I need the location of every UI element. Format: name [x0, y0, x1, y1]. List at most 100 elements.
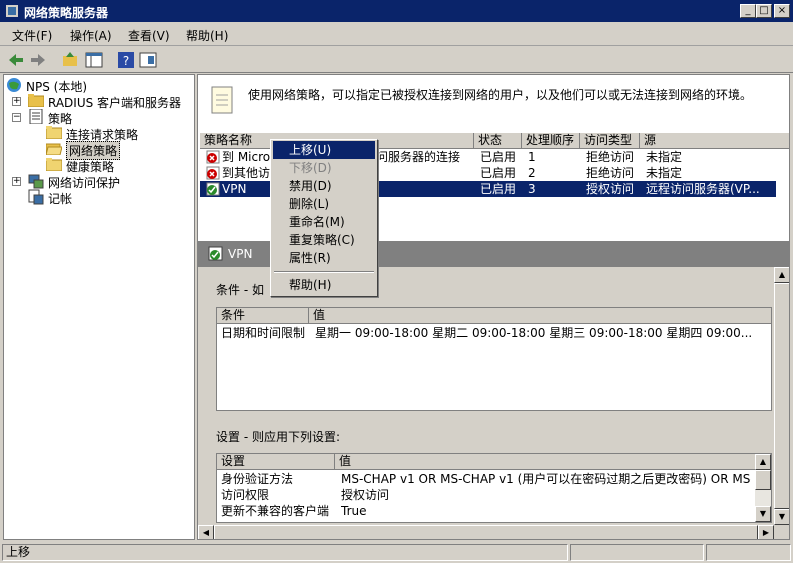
menu-item-rename[interactable]: 重命名(M): [273, 213, 375, 231]
detail-horizontal-scrollbar[interactable]: ◀ ▶: [198, 525, 774, 539]
properties-view-icon[interactable]: [138, 50, 158, 70]
conditions-label: 条件 - 如: [216, 283, 264, 297]
settings-list[interactable]: 设置 值 身份验证方法 MS-CHAP v1 OR MS-CHAP v1 (用户…: [216, 453, 772, 523]
condition-name-cell: 日期和时间限制: [221, 326, 306, 340]
policy-name-tail-cell: 问服务器的连接: [376, 150, 461, 164]
banner-text: 使用网络策略，可以指定已被授权连接到网络的用户，以及他们可以或无法连接到网络的环…: [248, 88, 753, 102]
status-panel-2: [570, 544, 704, 561]
setting-name-cell: 身份验证方法: [221, 472, 294, 486]
setting-name-cell: 访问权限: [221, 488, 270, 502]
menu-item-disable[interactable]: 禁用(D): [273, 177, 375, 195]
status-cell: 已启用: [480, 150, 517, 164]
folder-icon: [46, 158, 62, 171]
tree-label-accounting: 记帐: [48, 192, 73, 206]
folder-icon: [28, 94, 44, 107]
menu-item-move-up[interactable]: 上移(U): [273, 141, 375, 159]
close-button[interactable]: ×: [774, 4, 790, 18]
tree-label-nap: 网络访问保护: [48, 176, 121, 190]
status-cell: 已启用: [480, 182, 517, 196]
scroll-down-arrow-icon[interactable]: ▼: [755, 506, 771, 522]
context-menu: 上移(U) 下移(D) 禁用(D) 删除(L) 重命名(M) 重复策略(C) 属…: [270, 139, 378, 297]
folder-icon: [46, 126, 62, 139]
nps-app-icon: [6, 5, 18, 17]
scroll-left-arrow-icon[interactable]: ◀: [198, 525, 214, 539]
toolbar: ?: [0, 47, 793, 73]
order-cell: 2: [528, 166, 536, 180]
scroll-thumb[interactable]: [214, 525, 758, 539]
status-cell: 已启用: [480, 166, 517, 180]
detail-vertical-scrollbar[interactable]: ▲ ▼: [774, 267, 789, 525]
expand-plus-icon[interactable]: +: [12, 177, 21, 186]
conditions-list[interactable]: 条件 值 日期和时间限制 星期一 09:00-18:00 星期二 09:00-1…: [216, 307, 772, 411]
menu-action[interactable]: 操作(A): [70, 27, 112, 44]
setting-value-cell: True: [341, 504, 367, 518]
up-folder-icon[interactable]: [60, 50, 80, 70]
navigation-tree: NPS (本地) + RADIUS 客户端和服务器 − 策略 连接请求策略 网络…: [3, 74, 195, 540]
tree-item-policies[interactable]: − 策略: [12, 109, 192, 126]
collapse-minus-icon[interactable]: −: [12, 113, 21, 122]
policy-name-cell: 到其他访: [222, 166, 271, 180]
menu-file[interactable]: 文件(F): [12, 27, 52, 44]
scroll-thumb[interactable]: [774, 283, 789, 509]
open-folder-icon: [46, 143, 62, 155]
back-arrow-icon[interactable]: [6, 50, 26, 70]
setting-value-cell: MS-CHAP v1 OR MS-CHAP v1 (用户可以在密码过期之后更改密…: [341, 472, 751, 486]
network-access-protection-icon: [28, 174, 44, 189]
scroll-thumb[interactable]: [755, 470, 771, 490]
settings-scrollbar[interactable]: ▲ ▼: [755, 454, 771, 522]
grant-policy-icon: [208, 246, 223, 261]
menu-view[interactable]: 查看(V): [128, 27, 170, 44]
menu-item-move-down[interactable]: 下移(D): [273, 159, 375, 177]
notepad-icon: [211, 86, 233, 114]
expand-plus-icon[interactable]: +: [12, 97, 21, 106]
source-cell: 未指定: [646, 166, 683, 180]
status-bar: 上移: [0, 542, 793, 563]
tree-item-radius[interactable]: + RADIUS 客户端和服务器: [12, 93, 192, 110]
conditions-header-name[interactable]: 条件: [217, 308, 309, 324]
scroll-up-arrow-icon[interactable]: ▲: [755, 454, 771, 470]
nps-globe-icon: [7, 78, 21, 92]
menu-item-duplicate[interactable]: 重复策略(C): [273, 231, 375, 249]
conditions-header-value[interactable]: 值: [309, 308, 771, 324]
svg-text:?: ?: [123, 54, 129, 68]
minimize-button[interactable]: _: [740, 4, 756, 18]
column-header-status[interactable]: 状态: [474, 133, 522, 149]
column-header-access-type[interactable]: 访问类型: [580, 133, 640, 149]
deny-policy-icon: [206, 150, 220, 164]
status-panel-3: [706, 544, 791, 561]
setting-name-cell: 更新不兼容的客户端: [221, 504, 330, 518]
grant-policy-icon: [206, 182, 220, 196]
accounting-icon: [28, 189, 44, 205]
menu-item-help[interactable]: 帮助(H): [273, 276, 375, 294]
scroll-up-arrow-icon[interactable]: ▲: [774, 267, 789, 283]
settings-label: 设置 - 则应用下列设置:: [216, 430, 341, 444]
forward-arrow-icon[interactable]: [28, 50, 48, 70]
window-title: 网络策略服务器: [24, 6, 109, 20]
source-cell: 未指定: [646, 150, 683, 164]
title-bar: 网络策略服务器 _ □ ×: [0, 0, 793, 22]
access-cell: 拒绝访问: [586, 150, 635, 164]
access-cell: 授权访问: [586, 182, 635, 196]
menu-item-delete[interactable]: 删除(L): [273, 195, 375, 213]
column-header-source[interactable]: 源: [640, 133, 789, 149]
column-header-order[interactable]: 处理顺序: [522, 133, 580, 149]
settings-header-name[interactable]: 设置: [217, 454, 335, 470]
show-hide-tree-icon[interactable]: [84, 50, 104, 70]
access-cell: 拒绝访问: [586, 166, 635, 180]
menu-item-properties[interactable]: 属性(R): [273, 249, 375, 267]
status-text: 上移: [2, 544, 568, 561]
deny-policy-icon: [206, 166, 220, 180]
scroll-right-arrow-icon[interactable]: ▶: [758, 525, 774, 539]
menu-help[interactable]: 帮助(H): [186, 27, 228, 44]
tree-item-nap[interactable]: + 网络访问保护: [12, 173, 192, 190]
order-cell: 3: [528, 182, 536, 196]
order-cell: 1: [528, 150, 536, 164]
menu-separator: [274, 271, 374, 273]
policy-name-cell: VPN: [222, 182, 247, 196]
settings-header-value[interactable]: 值: [335, 454, 755, 470]
help-icon[interactable]: ?: [116, 50, 136, 70]
source-cell: 远程访问服务器(VP...: [646, 182, 760, 196]
menu-bar: 文件(F) 操作(A) 查看(V) 帮助(H): [0, 22, 793, 46]
maximize-button[interactable]: □: [756, 4, 772, 18]
scroll-down-arrow-icon[interactable]: ▼: [774, 509, 789, 525]
